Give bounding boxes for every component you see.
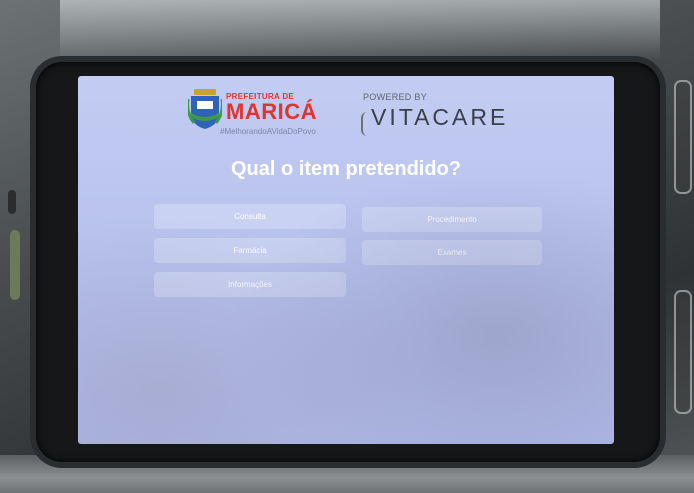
vitacare-mark-icon xyxy=(361,112,371,136)
side-slot-upper xyxy=(674,80,692,194)
frame-notch xyxy=(8,190,16,214)
marica-logo: PREFEITURA DE MARICÁ #MelhorandoAVidaDoP… xyxy=(188,89,328,139)
side-slot-lower xyxy=(674,290,692,414)
coat-of-arms-icon xyxy=(188,89,222,129)
option-consulta-button[interactable]: Consulta xyxy=(154,204,346,229)
powered-by-label: POWERED BY xyxy=(363,92,428,102)
municipality-name: MARICÁ xyxy=(226,99,317,124)
option-exames-button[interactable]: Exames xyxy=(362,240,542,265)
option-procedimento-button[interactable]: Procedimento xyxy=(362,207,542,232)
option-informacoes-button[interactable]: Informações xyxy=(154,272,346,297)
slogan: #MelhorandoAVidaDoPovo xyxy=(220,127,316,136)
kiosk-frame: PREFEITURA DE MARICÁ #MelhorandoAVidaDoP… xyxy=(0,0,694,493)
option-farmacia-button[interactable]: Farmácia xyxy=(154,238,346,263)
vendor-name: VITACARE xyxy=(371,104,509,130)
vitacare-logo: POWERED BY VITACARE xyxy=(361,92,511,140)
frame-glare xyxy=(60,0,660,60)
side-clip xyxy=(10,230,20,300)
tablet-screen: PREFEITURA DE MARICÁ #MelhorandoAVidaDoP… xyxy=(78,76,614,444)
question-heading: Qual o item pretendido? xyxy=(230,158,461,180)
